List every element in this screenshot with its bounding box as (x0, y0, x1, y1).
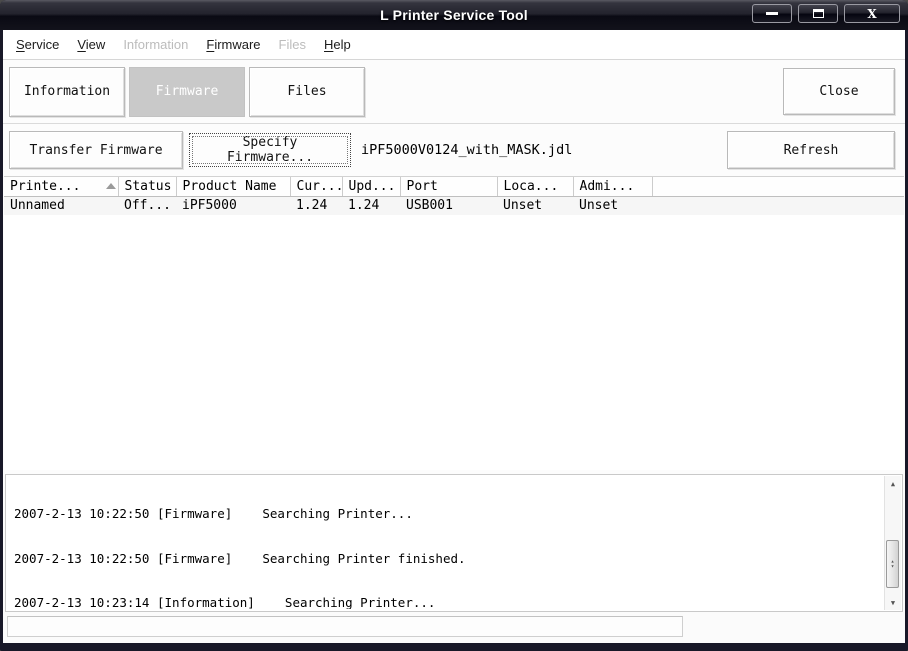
log-scrollbar[interactable]: ▲ ▴▾ ▼ (884, 476, 901, 610)
log-panel[interactable]: 2007-2-13 10:22:50 [Firmware] Searching … (5, 474, 903, 612)
close-window-button[interactable]: X (844, 4, 900, 23)
menu-help[interactable]: Help (315, 32, 360, 57)
printer-list: Printe... Status Product Name Cur... Upd… (4, 176, 904, 470)
tab-files[interactable]: Files (249, 67, 365, 117)
menu-information: Information (114, 32, 197, 57)
refresh-button[interactable]: Refresh (727, 131, 895, 169)
window-controls: X (752, 4, 900, 23)
cell-update-version: 1.24 (342, 196, 400, 215)
cell-filler (652, 196, 904, 215)
menu-firmware[interactable]: Firmware (197, 32, 269, 57)
column-header-filler (652, 177, 904, 196)
maximize-button[interactable] (798, 4, 838, 23)
scroll-up-arrow-icon[interactable]: ▲ (885, 476, 901, 491)
firmware-filename: iPF5000V0124_with_MASK.jdl (361, 142, 572, 158)
window-title: L Printer Service Tool (380, 7, 528, 23)
minimize-icon (766, 12, 778, 15)
tab-information[interactable]: Information (9, 67, 125, 117)
tab-row: Information Firmware Files Close (3, 60, 905, 124)
column-header-location[interactable]: Loca... (497, 177, 573, 196)
titlebar: L Printer Service Tool X (0, 0, 908, 30)
statusbar (3, 612, 905, 643)
menu-files: Files (270, 32, 315, 57)
log-line: 2007-2-13 10:23:14 [Information] Searchi… (14, 596, 882, 609)
log-text: 2007-2-13 10:22:50 [Firmware] Searching … (6, 477, 882, 609)
column-header-update-version[interactable]: Upd... (342, 177, 400, 196)
printer-row[interactable]: Unnamed Off... iPF5000 1.24 1.24 USB001 … (4, 196, 904, 215)
sort-ascending-icon (106, 183, 116, 189)
transfer-firmware-button[interactable]: Transfer Firmware (9, 131, 183, 169)
scrollbar-thumb[interactable]: ▴▾ (886, 540, 899, 588)
status-message-box (7, 616, 683, 637)
log-line: 2007-2-13 10:22:50 [Firmware] Searching … (14, 552, 882, 567)
table-header-row: Printe... Status Product Name Cur... Upd… (4, 177, 904, 196)
cell-printer-name: Unnamed (4, 196, 118, 215)
cell-product-name: iPF5000 (176, 196, 290, 215)
maximize-icon (813, 9, 824, 18)
column-header-printer-name[interactable]: Printe... (4, 177, 118, 196)
firmware-toolbar: Transfer Firmware Specify Firmware... iP… (3, 124, 905, 176)
specify-firmware-button[interactable]: Specify Firmware... (189, 133, 351, 167)
menu-service[interactable]: Service (7, 32, 68, 57)
app-window: L Printer Service Tool X Service View In… (0, 0, 908, 651)
close-button[interactable]: Close (783, 68, 895, 115)
minimize-button[interactable] (752, 4, 792, 23)
close-icon: X (867, 7, 876, 21)
menubar: Service View Information Firmware Files … (3, 30, 905, 60)
cell-port: USB001 (400, 196, 497, 215)
cell-current-version: 1.24 (290, 196, 342, 215)
column-header-port[interactable]: Port (400, 177, 497, 196)
tab-firmware[interactable]: Firmware (129, 67, 245, 117)
scroll-down-arrow-icon[interactable]: ▼ (885, 595, 901, 610)
cell-admin: Unset (573, 196, 652, 215)
column-header-status[interactable]: Status (118, 177, 176, 196)
column-header-admin[interactable]: Admi... (573, 177, 652, 196)
cell-location: Unset (497, 196, 573, 215)
column-header-current-version[interactable]: Cur... (290, 177, 342, 196)
menu-view[interactable]: View (68, 32, 114, 57)
window-content: Service View Information Firmware Files … (3, 30, 905, 643)
thumb-grip-down-icon: ▾ (891, 564, 895, 569)
cell-status: Off... (118, 196, 176, 215)
column-header-product-name[interactable]: Product Name (176, 177, 290, 196)
log-line: 2007-2-13 10:22:50 [Firmware] Searching … (14, 507, 882, 522)
